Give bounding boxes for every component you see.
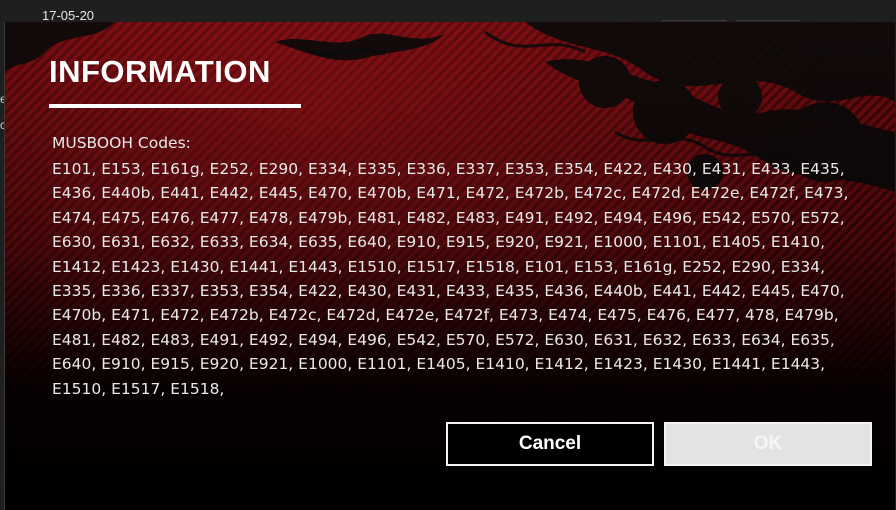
information-dialog: INFORMATION MUSBOOH Codes: E101, E153, E…: [4, 22, 895, 510]
dialog-title: INFORMATION: [49, 54, 271, 89]
ok-button[interactable]: OK: [664, 422, 872, 466]
message-heading: MUSBOOH Codes:: [52, 134, 191, 152]
title-underline: [49, 104, 301, 108]
background-date-text: 17-05-20: [42, 8, 95, 23]
cancel-button[interactable]: Cancel: [446, 422, 654, 466]
message-codes: E101, E153, E161g, E252, E290, E334, E33…: [52, 160, 849, 398]
